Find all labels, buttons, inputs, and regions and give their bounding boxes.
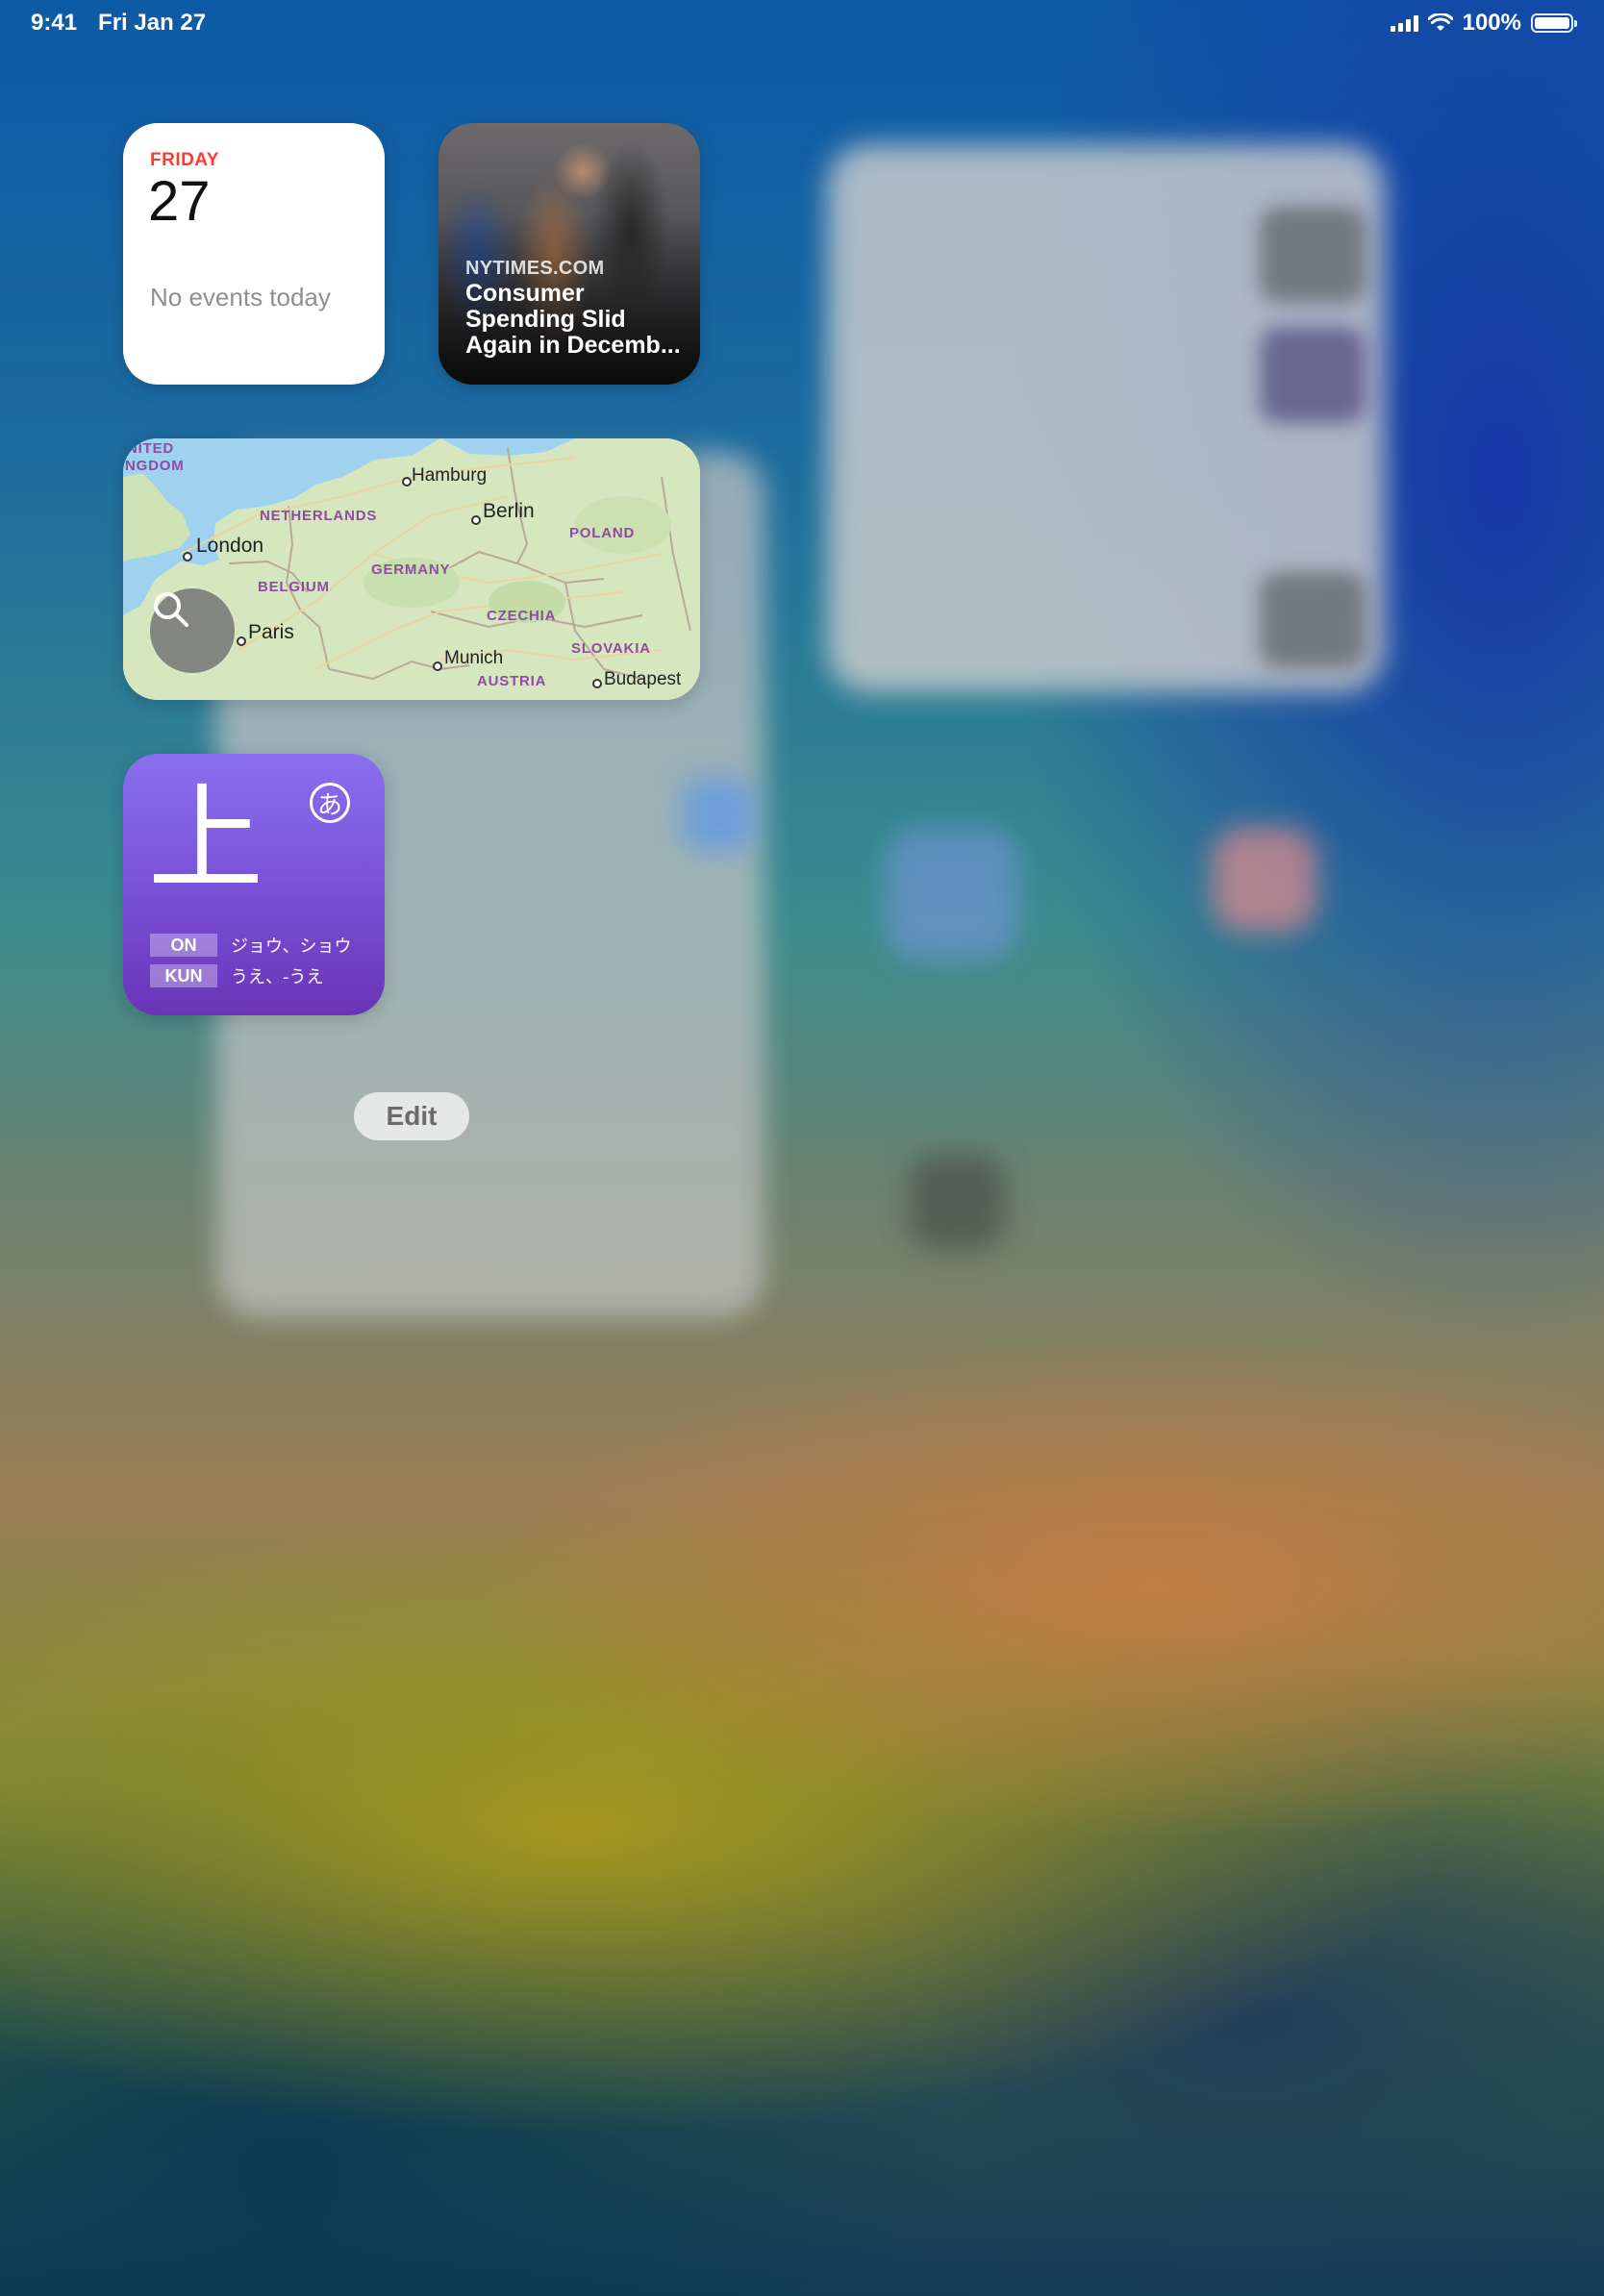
kanji-character: 上 [148,773,263,907]
kanji-on-reading-row: ON ジョウ、ショウ [150,933,351,958]
map-country-label: CZECHIA [487,608,557,624]
map-country-label: NGDOM [125,458,185,474]
calendar-day-number: 27 [148,170,211,233]
background-blurred-thumbnail [1260,327,1366,423]
background-blurred-app-icon [1212,827,1317,933]
map-city-label: Budapest [604,669,682,689]
status-date: Fri Jan 27 [98,10,207,36]
edit-button[interactable]: Edit [354,1092,469,1140]
news-source: NYTIMES.COM [465,258,605,279]
map-search-button[interactable] [150,588,235,673]
search-icon [154,592,188,627]
battery-icon [1531,13,1577,33]
map-city-marker [471,515,481,525]
background-blurred-thumbnail [1260,572,1366,668]
calendar-widget[interactable]: FRIDAY 27 No events today [123,123,385,385]
background-blurred-thumbnail [1260,207,1366,303]
calendar-weekday: FRIDAY [150,150,219,170]
news-widget[interactable]: NYTIMES.COM Consumer Spending Slid Again… [439,123,700,385]
map-city-label: Paris [248,621,294,643]
map-city-label: London [196,535,264,557]
map-city-label: Berlin [483,500,535,522]
map-country-label: POLAND [569,525,636,541]
map-country-label: NETHERLANDS [260,508,378,524]
calendar-empty-message: No events today [150,283,331,312]
background-blurred-app-icon [885,827,1019,961]
kana-badge-icon: あ [310,783,350,823]
background-blurred-app-icon [683,779,755,851]
map-country-label: SLOVAKIA [571,640,651,657]
map-country-label: BELGIUM [258,579,330,595]
map-country-label: GERMANY [371,562,451,578]
kun-reading-text: うえ、-うえ [231,967,324,987]
background-blurred-app-icon [909,1154,1005,1250]
kun-reading-tag: KUN [150,964,217,987]
kanji-widget[interactable]: 上 あ ON ジョウ、ショウ KUN うえ、-うえ [123,754,385,1015]
news-headline: Consumer Spending Slid Again in Decemb..… [465,280,681,359]
map-city-marker [402,477,412,487]
map-country-label: NITED [127,440,174,457]
kanji-kun-reading-row: KUN うえ、-うえ [150,963,324,988]
map-city-marker [183,552,192,562]
status-bar: 9:41 Fri Jan 27 100% [0,0,1604,46]
battery-percent: 100% [1462,10,1521,36]
map-country-label: AUSTRIA [477,673,547,689]
wifi-icon [1427,13,1453,31]
map-city-label: Hamburg [412,465,488,486]
map-city-marker [592,679,602,688]
map-city-marker [237,636,246,646]
status-time: 9:41 [31,10,78,36]
map-city-label: Munich [444,648,504,668]
on-reading-tag: ON [150,934,217,957]
maps-widget[interactable]: NITED NGDOM NETHERLANDS POLAND GERMANY B… [123,438,700,700]
cellular-signal-icon [1390,14,1418,32]
map-city-marker [433,661,442,671]
on-reading-text: ジョウ、ショウ [231,936,352,957]
